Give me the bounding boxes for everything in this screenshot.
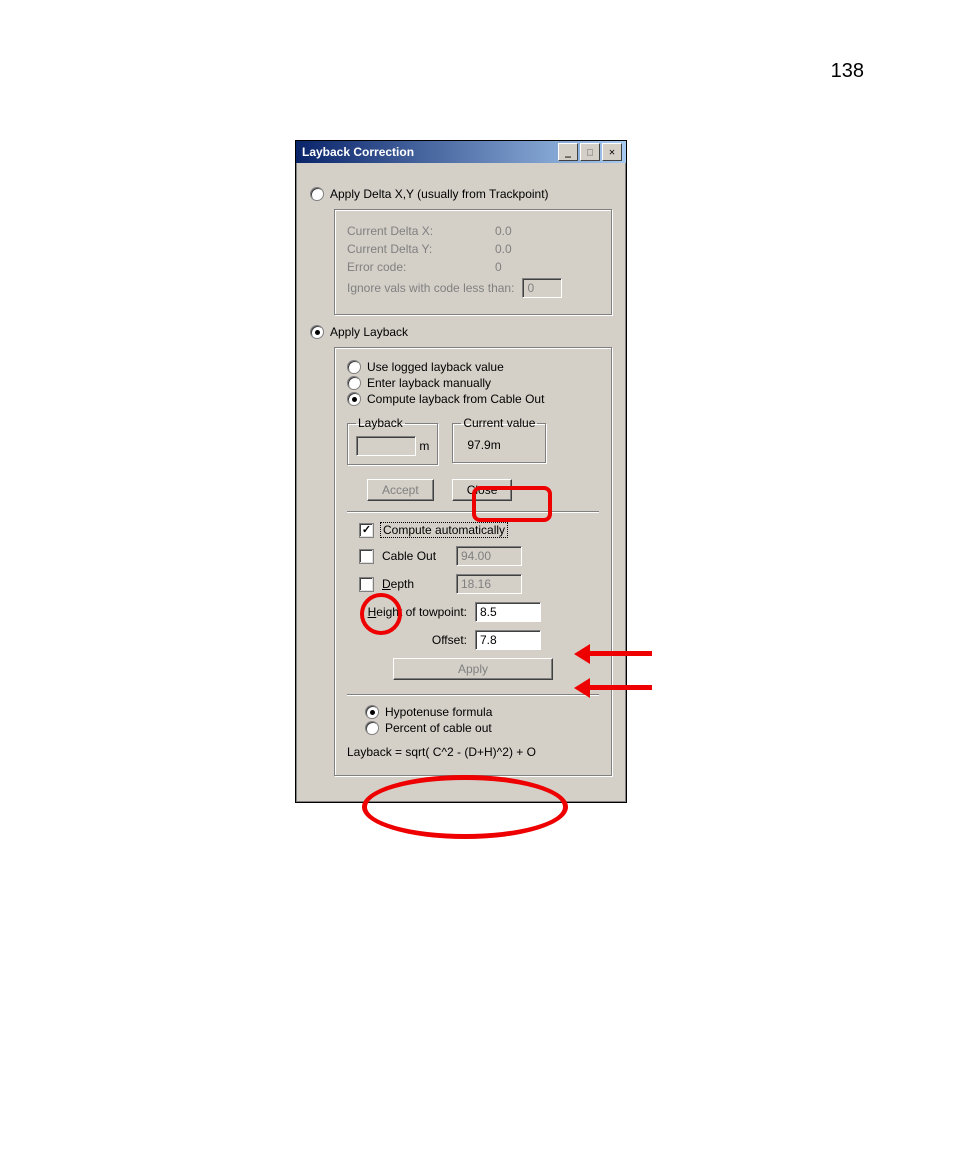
- delta-x-value: 0.0: [495, 224, 512, 238]
- ignore-code-label: Ignore vals with code less than:: [347, 281, 514, 295]
- offset-input[interactable]: [475, 630, 541, 650]
- layback-fieldset: Layback m: [347, 416, 438, 465]
- checkbox-depth[interactable]: [359, 577, 374, 592]
- current-value-fieldset: Current value 97.9m: [452, 416, 546, 463]
- depth-input: [456, 574, 522, 594]
- radio-percent[interactable]: [365, 721, 379, 735]
- cable-out-input: [456, 546, 522, 566]
- height-label: Height of towpoint:: [347, 605, 467, 619]
- delta-group: Current Delta X:0.0 Current Delta Y:0.0 …: [334, 209, 612, 315]
- radio-hypotenuse[interactable]: [365, 705, 379, 719]
- formula-text: Layback = sqrt( C^2 - (D+H)^2) + O: [347, 745, 599, 759]
- offset-label: Offset:: [347, 633, 467, 647]
- titlebar[interactable]: Layback Correction _ □ ✕: [296, 141, 626, 163]
- layback-correction-window: Layback Correction _ □ ✕ Apply Delta X,Y…: [295, 140, 627, 803]
- current-value-legend: Current value: [461, 416, 537, 430]
- minimize-button[interactable]: _: [558, 143, 578, 161]
- radio-percent-label: Percent of cable out: [385, 721, 492, 735]
- radio-enter-manual-label: Enter layback manually: [367, 376, 491, 390]
- cable-out-label: Cable Out: [382, 549, 448, 563]
- radio-use-logged[interactable]: [347, 360, 361, 374]
- ignore-code-input: [522, 278, 562, 298]
- radio-apply-layback[interactable]: [310, 325, 324, 339]
- layback-unit: m: [419, 439, 429, 453]
- error-code-label: Error code:: [347, 260, 487, 274]
- close-window-button[interactable]: ✕: [602, 143, 622, 161]
- checkbox-compute-auto[interactable]: [359, 523, 374, 538]
- radio-apply-layback-label: Apply Layback: [330, 325, 408, 339]
- delta-y-label: Current Delta Y:: [347, 242, 487, 256]
- radio-use-logged-label: Use logged layback value: [367, 360, 504, 374]
- radio-apply-delta[interactable]: [310, 187, 324, 201]
- radio-enter-manual[interactable]: [347, 376, 361, 390]
- close-button[interactable]: Close: [452, 479, 513, 501]
- checkbox-cable-out[interactable]: [359, 549, 374, 564]
- maximize-button[interactable]: □: [580, 143, 600, 161]
- checkbox-compute-auto-label: Compute automatically: [380, 522, 508, 538]
- window-title: Layback Correction: [300, 145, 556, 159]
- radio-compute-cable-label: Compute layback from Cable Out: [367, 392, 544, 406]
- layback-input: [356, 436, 416, 456]
- delta-x-label: Current Delta X:: [347, 224, 487, 238]
- height-input[interactable]: [475, 602, 541, 622]
- page-number: 138: [831, 60, 864, 83]
- apply-button[interactable]: Apply: [393, 658, 553, 680]
- layback-group: Use logged layback value Enter layback m…: [334, 347, 612, 776]
- accept-button[interactable]: Accept: [367, 479, 434, 501]
- current-value: 97.9m: [461, 436, 506, 454]
- radio-compute-cable[interactable]: [347, 392, 361, 406]
- depth-label: Depth: [382, 577, 448, 591]
- error-code-value: 0: [495, 260, 502, 274]
- radio-apply-delta-label: Apply Delta X,Y (usually from Trackpoint…: [330, 187, 549, 201]
- radio-hypotenuse-label: Hypotenuse formula: [385, 705, 492, 719]
- delta-y-value: 0.0: [495, 242, 512, 256]
- layback-legend: Layback: [356, 416, 405, 430]
